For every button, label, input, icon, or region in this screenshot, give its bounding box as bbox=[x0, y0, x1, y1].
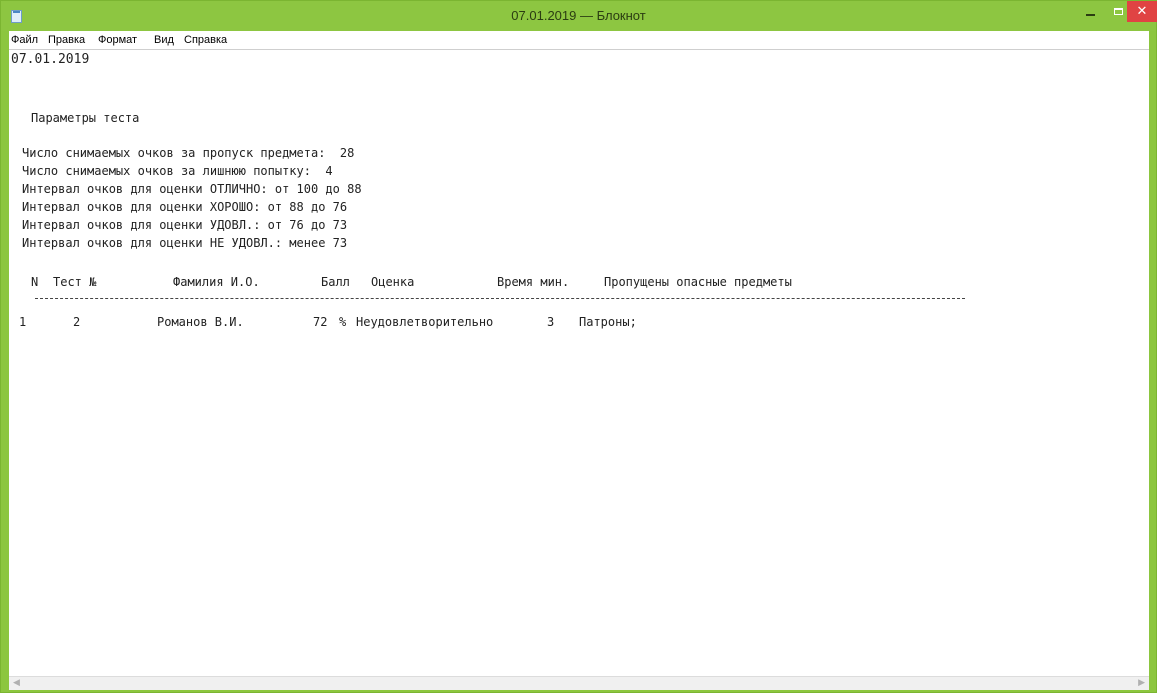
maximize-icon bbox=[1113, 8, 1123, 15]
minimize-button[interactable] bbox=[1075, 1, 1105, 22]
close-button[interactable]: ✕ bbox=[1127, 1, 1157, 22]
menu-bar: Файл Правка Формат Вид Справка bbox=[9, 31, 1149, 49]
param-line: Интервал очков для оценки НЕ УДОВЛ.: мен… bbox=[22, 236, 348, 250]
menu-format[interactable]: Формат bbox=[98, 34, 137, 46]
notepad-window: 07.01.2019 — Блокнот ✕ Файл Правка Форма… bbox=[0, 0, 1157, 693]
menu-help[interactable]: Справка bbox=[184, 34, 227, 46]
title-bar[interactable]: 07.01.2019 — Блокнот ✕ bbox=[1, 1, 1157, 31]
close-icon: ✕ bbox=[1136, 4, 1148, 19]
param-line: Число снимаемых очков за пропуск предмет… bbox=[22, 146, 355, 160]
col-header-grade: Оценка bbox=[371, 275, 415, 289]
minimize-icon bbox=[1085, 13, 1095, 16]
row-name: Романов В.И. bbox=[157, 315, 244, 329]
row-n: 1 bbox=[19, 315, 27, 329]
menu-file[interactable]: Файл bbox=[11, 34, 38, 46]
col-header-test: Тест № bbox=[53, 275, 97, 289]
text-editor[interactable]: 07.01.2019 Параметры теста Число снимаем… bbox=[9, 49, 1149, 676]
scroll-left-icon[interactable]: ◀ bbox=[13, 678, 20, 688]
row-score: 72 bbox=[313, 315, 328, 329]
window-title: 07.01.2019 — Блокнот bbox=[511, 8, 646, 23]
col-header-name: Фамилия И.О. bbox=[173, 275, 260, 289]
col-header-time: Время мин. bbox=[497, 275, 570, 289]
section-title: Параметры теста bbox=[31, 111, 140, 125]
param-line: Интервал очков для оценки УДОВЛ.: от 76 … bbox=[22, 218, 348, 232]
row-time: 3 bbox=[547, 315, 555, 329]
row-missed: Патроны; bbox=[579, 315, 637, 329]
horizontal-scrollbar[interactable]: ◀ ▶ bbox=[9, 676, 1149, 690]
menu-view[interactable]: Вид bbox=[154, 34, 174, 46]
table-separator bbox=[35, 298, 965, 299]
row-pct: % bbox=[339, 315, 347, 329]
col-header-missed: Пропущены опасные предметы bbox=[604, 275, 792, 289]
param-line: Интервал очков для оценки ОТЛИЧНО: от 10… bbox=[22, 182, 362, 196]
param-line: Интервал очков для оценки ХОРОШО: от 88 … bbox=[22, 200, 348, 214]
row-test: 2 bbox=[73, 315, 81, 329]
col-header-n: N bbox=[31, 275, 39, 289]
menu-edit[interactable]: Правка bbox=[48, 34, 85, 46]
doc-date: 07.01.2019 bbox=[11, 52, 90, 67]
scroll-right-icon[interactable]: ▶ bbox=[1138, 678, 1145, 688]
col-header-score: Балл bbox=[321, 275, 350, 289]
row-grade: Неудовлетворительно bbox=[356, 315, 494, 329]
param-line: Число снимаемых очков за лишнюю попытку:… bbox=[22, 164, 333, 178]
